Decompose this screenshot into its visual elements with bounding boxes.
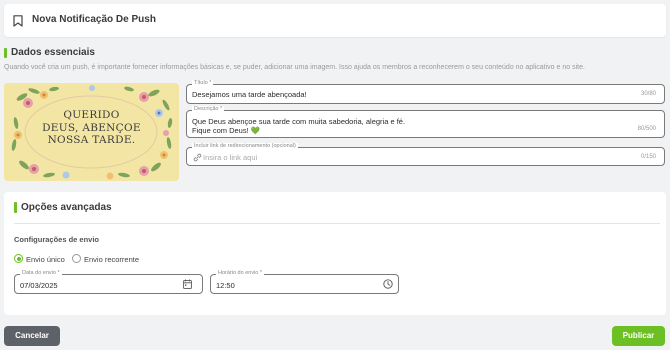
title-char-count: 30/80 (640, 91, 656, 97)
title-field-label: Título * (192, 80, 214, 86)
description-line-2-text: Fique com Deus! (192, 125, 249, 135)
caption-line-2: DEUS, ABENÇOE (42, 121, 141, 134)
title-field-value: Desejamos uma tarde abençoada! (192, 90, 307, 99)
section-accent (14, 202, 17, 213)
clock-icon[interactable] (383, 279, 393, 289)
divider (14, 223, 660, 224)
link-field[interactable]: Incluir link de redirecionamento (opcion… (186, 143, 665, 166)
green-heart-icon: 💚 (250, 125, 261, 135)
publish-button[interactable]: Publicar (612, 326, 665, 346)
page-header: Nova Notificação De Push (4, 4, 666, 37)
section-description: Quando você cria um push, é importante f… (4, 64, 585, 71)
description-line-2: Fique com Deus! 💚 (192, 126, 260, 135)
push-image[interactable]: QUERIDO DEUS, ABENÇOE NOSSA TARDE. (4, 83, 179, 181)
bookmark-icon (13, 15, 23, 27)
calendar-icon[interactable] (183, 279, 192, 289)
radio-recurring-send-label: Envio recorrente (84, 254, 140, 264)
description-field[interactable]: Descrição * Que Deus abençoe sua tarde c… (186, 106, 665, 138)
image-caption: QUERIDO DEUS, ABENÇOE NOSSA TARDE. (4, 109, 179, 147)
caption-line-3: NOSSA TARDE. (47, 134, 136, 146)
radio-recurring-send[interactable]: Envio recorrente (72, 254, 152, 264)
send-date-field[interactable]: Data do envio * 07/03/2025 (14, 270, 203, 294)
page-title: Nova Notificação De Push (32, 14, 156, 25)
link-placeholder: Insira o link aqui (203, 153, 258, 162)
section-title-essentials: Dados essenciais (11, 47, 95, 58)
section-accent (4, 48, 7, 58)
section-title-advanced: Opções avançadas (21, 202, 112, 213)
send-date-value: 07/03/2025 (20, 281, 58, 290)
send-time-field[interactable]: Horário do envio * 12:50 (210, 270, 399, 294)
send-config-title: Configurações de envio (14, 235, 100, 244)
caption-line-1: QUERIDO (63, 109, 120, 121)
send-date-label: Data do envio * (20, 270, 62, 276)
link-field-label: Incluir link de redirecionamento (opcion… (192, 143, 298, 149)
send-time-label: Horário do envio * (216, 270, 265, 276)
link-char-count: 0/150 (640, 153, 656, 160)
description-char-count: 80/500 (637, 126, 656, 132)
cancel-button[interactable]: Cancelar (4, 326, 60, 346)
advanced-options-panel: Opções avançadas Configurações de envio … (4, 192, 666, 315)
radio-single-send-label: Envio único (26, 254, 65, 264)
send-time-value: 12:50 (216, 281, 235, 290)
radio-selected-icon (14, 254, 23, 263)
link-icon (193, 153, 202, 162)
description-field-label: Descrição * (192, 106, 225, 112)
title-field[interactable]: Título * Desejamos uma tarde abençoada! … (186, 80, 665, 104)
radio-unselected-icon (72, 254, 81, 263)
